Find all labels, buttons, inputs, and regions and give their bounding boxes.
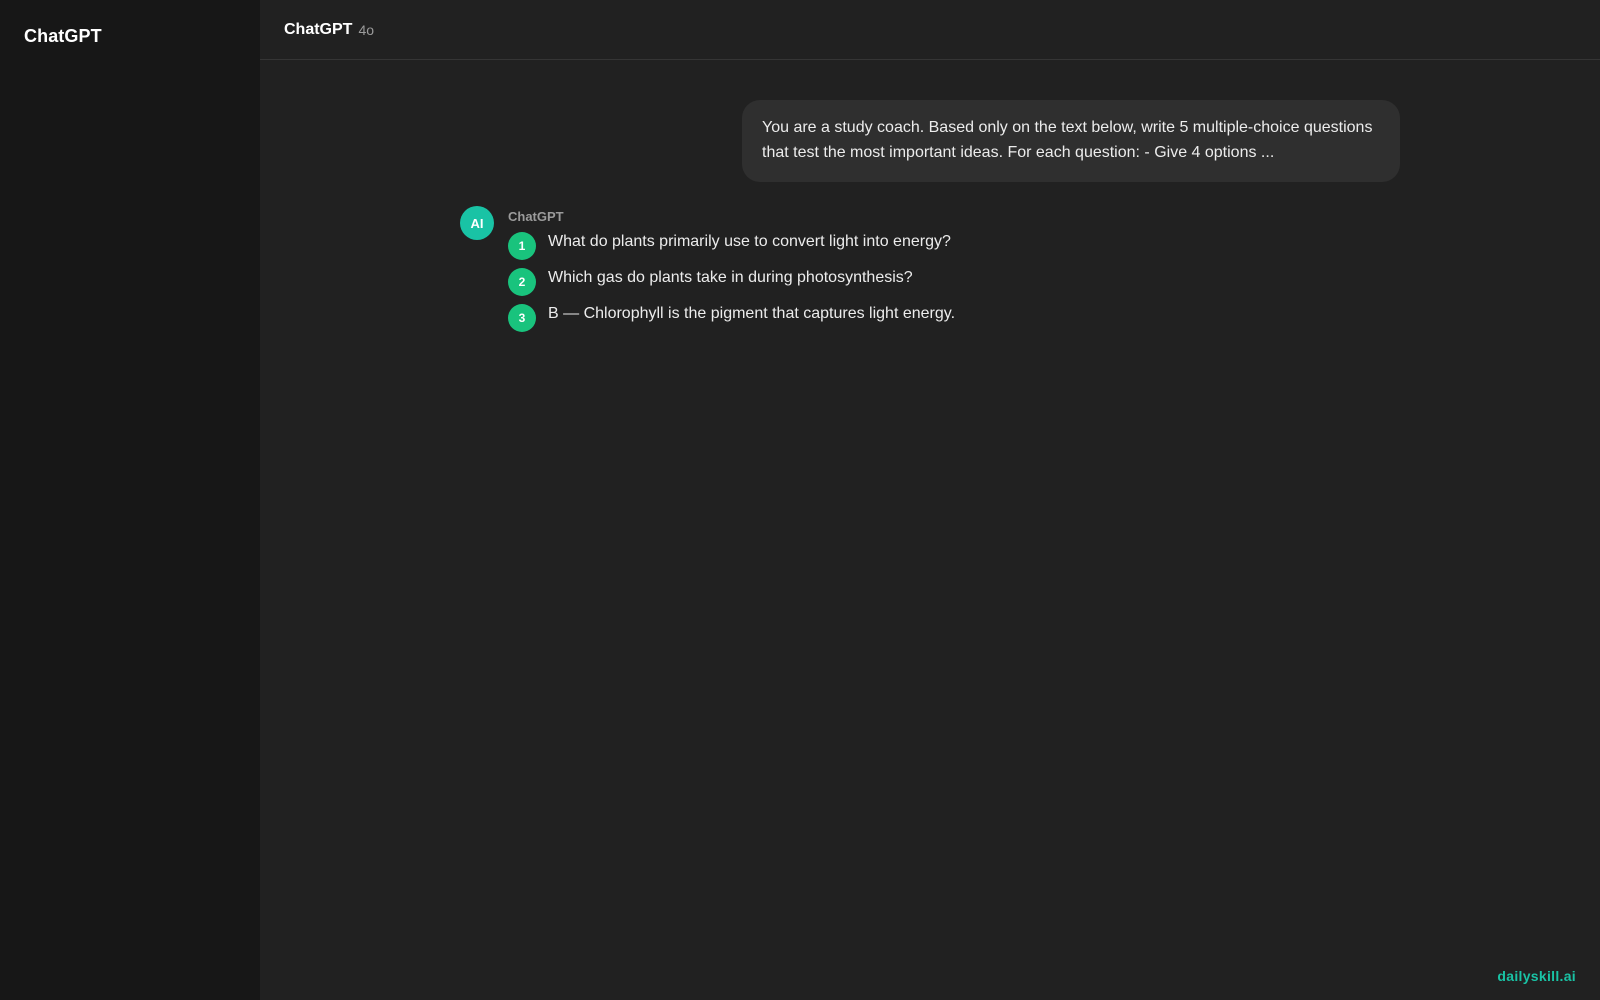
assistant-message-row: AI ChatGPT 1 What do plants primarily us… <box>460 206 1360 338</box>
model-version-label[interactable]: 4o <box>358 22 374 38</box>
answer-list: 1 What do plants primarily use to conver… <box>508 230 955 338</box>
number-badge: 1 <box>508 232 536 260</box>
assistant-name: ChatGPT <box>508 209 564 224</box>
list-item-text: Which gas do plants take in during photo… <box>548 269 913 286</box>
list-item: 3 B — Chlorophyll is the pigment that ca… <box>508 302 955 338</box>
list-item-text: B — Chlorophyll is the pigment that capt… <box>548 305 956 322</box>
main-panel: ChatGPT 4o You are a study coach. Based … <box>260 0 1600 1000</box>
list-item-text: What do plants primarily use to convert … <box>548 233 951 250</box>
assistant-message-body: ChatGPT 1 What do plants primarily use t… <box>508 206 955 338</box>
topbar: ChatGPT 4o <box>260 0 1600 60</box>
sidebar: ChatGPT <box>0 0 260 1000</box>
list-item: 1 What do plants primarily use to conver… <box>508 230 955 266</box>
assistant-avatar: AI <box>460 206 494 240</box>
list-item: 2 Which gas do plants take in during pho… <box>508 266 955 302</box>
user-message-bubble: You are a study coach. Based only on the… <box>742 100 1400 182</box>
number-badge: 2 <box>508 268 536 296</box>
number-badge: 3 <box>508 304 536 332</box>
user-message-row: You are a study coach. Based only on the… <box>742 100 1400 182</box>
model-selector-title[interactable]: ChatGPT <box>284 21 352 39</box>
watermark: dailyskill.ai <box>1497 968 1576 984</box>
sidebar-title[interactable]: ChatGPT <box>24 26 236 47</box>
app-window: ChatGPT ChatGPT 4o You are a study coach… <box>0 0 1600 1000</box>
